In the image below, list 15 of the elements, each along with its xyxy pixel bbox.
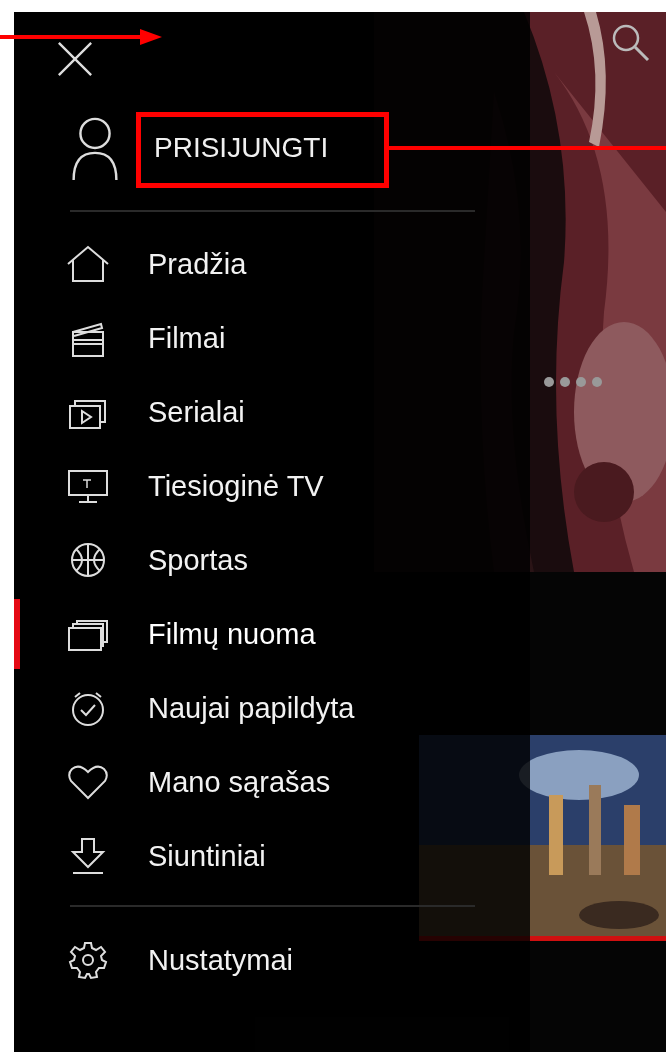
menu-item[interactable]: Filmų nuoma [14, 597, 530, 671]
menu-item[interactable]: Pradžia [14, 227, 530, 301]
search-icon[interactable] [610, 22, 650, 62]
close-icon[interactable] [56, 40, 94, 78]
menu-item[interactable]: Nustatymai [14, 923, 530, 997]
page-dots [544, 377, 602, 387]
menu-item[interactable]: Naujai papildyta [14, 671, 530, 745]
home-icon [65, 244, 111, 284]
menu-item[interactable]: Tiesioginė TV [14, 449, 530, 523]
menu-item[interactable]: Siuntiniai [14, 819, 530, 893]
menu-item[interactable]: Serialai [14, 375, 530, 449]
menu-item[interactable]: Filmai [14, 301, 530, 375]
menu-item[interactable]: Sportas [14, 523, 530, 597]
login-link[interactable]: PRISIJUNGTI [154, 132, 329, 164]
menu-item[interactable]: Mano sąrašas [14, 745, 530, 819]
